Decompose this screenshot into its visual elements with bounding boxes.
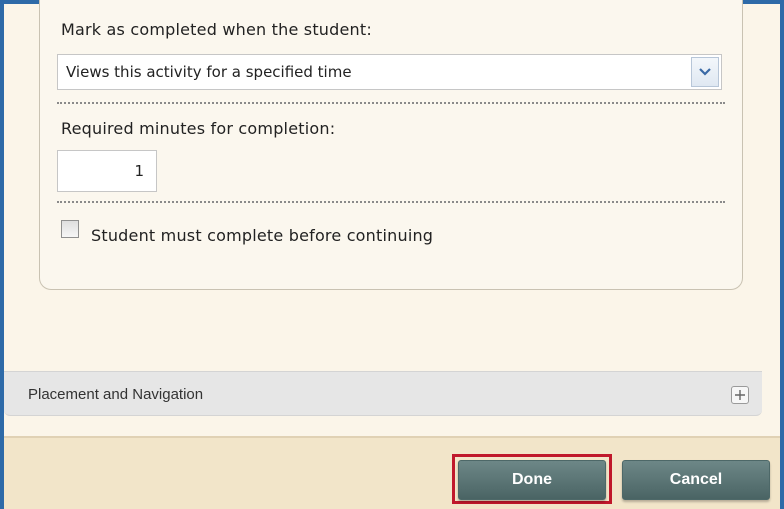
minutes-input[interactable]: 1 (57, 150, 157, 192)
completion-group (39, 0, 743, 290)
required-minutes-label: Required minutes for completion: (61, 119, 336, 138)
mark-completed-label: Mark as completed when the student: (61, 20, 372, 39)
must-complete-label[interactable]: Student must complete before continuing (91, 226, 433, 245)
completion-criteria-select[interactable]: Views this activity for a specified time (57, 54, 722, 90)
select-value: Views this activity for a specified time (66, 63, 352, 81)
plus-icon[interactable] (731, 386, 749, 404)
placement-navigation-label[interactable]: Placement and Navigation (28, 386, 203, 403)
done-button[interactable]: Done (458, 460, 606, 500)
placement-navigation-section[interactable]: Placement and Navigation (4, 371, 762, 416)
must-complete-checkbox[interactable] (61, 220, 79, 238)
divider (57, 102, 725, 104)
cancel-button[interactable]: Cancel (622, 460, 770, 500)
divider (57, 201, 725, 203)
chevron-down-icon[interactable] (691, 57, 719, 87)
